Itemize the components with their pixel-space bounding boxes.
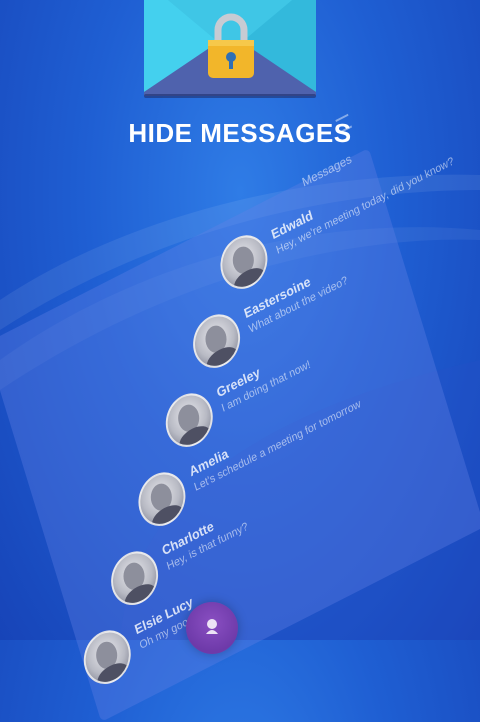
compose-icon <box>206 619 218 634</box>
compose-button[interactable] <box>186 602 238 654</box>
envelope-lock-logo <box>140 0 320 100</box>
page-title: HIDE MESSAGES <box>128 118 352 148</box>
lock-icon <box>208 13 254 78</box>
messages-screen-preview: Messages Edwald Hey, we're meeting today… <box>0 113 480 722</box>
